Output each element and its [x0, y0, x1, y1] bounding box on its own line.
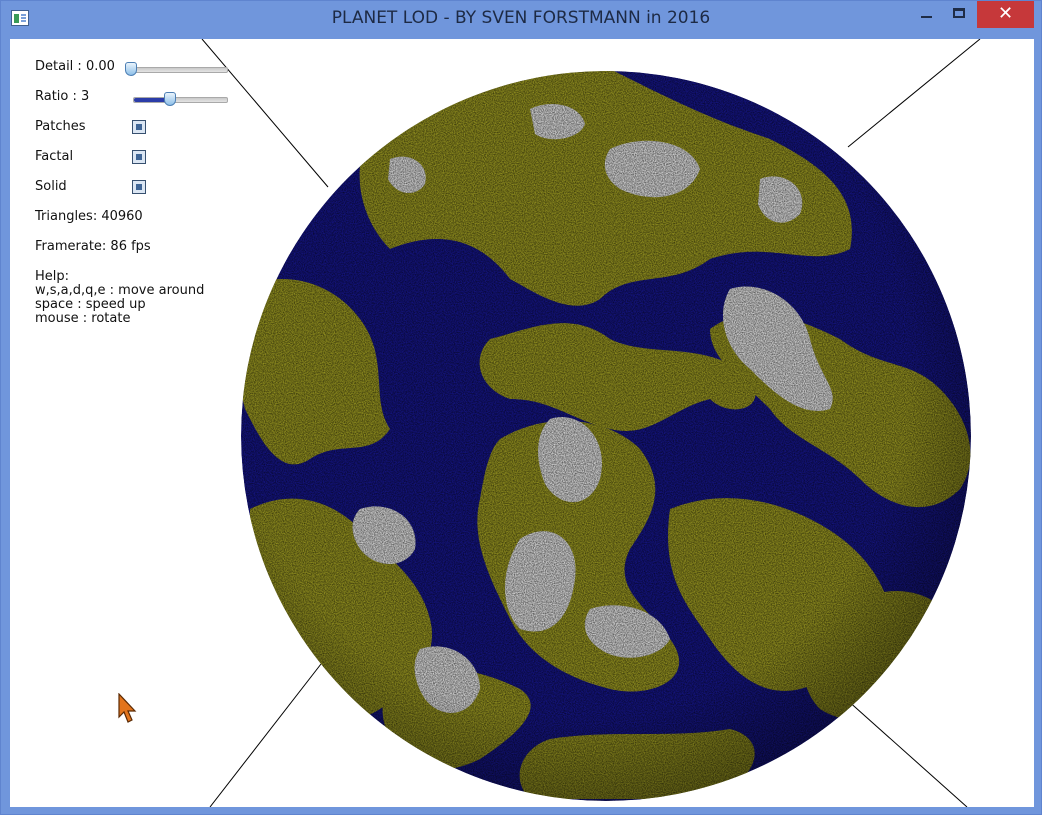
triangles-count: Triangles: 40960 [35, 209, 143, 224]
help-line-speed: space : speed up [35, 297, 146, 312]
planet-scene[interactable] [10, 39, 1034, 807]
ratio-slider[interactable] [133, 92, 228, 106]
detail-slider[interactable] [125, 62, 228, 76]
solid-label: Solid [35, 179, 67, 194]
factal-label: Factal [35, 149, 74, 164]
maximize-icon [953, 8, 965, 18]
patches-checkbox[interactable] [132, 120, 146, 134]
detail-slider-thumb[interactable] [125, 62, 137, 76]
planet[interactable] [235, 67, 971, 801]
factal-checkbox[interactable] [132, 150, 146, 164]
solid-checkbox[interactable] [132, 180, 146, 194]
help-line-rotate: mouse : rotate [35, 311, 131, 326]
close-icon: ✕ [997, 3, 1014, 24]
render-viewport[interactable]: Detail : 0.00 Ratio : 3 Patches Factal S… [10, 39, 1034, 807]
planet-shading [241, 71, 971, 801]
minimize-button[interactable] [909, 1, 943, 28]
close-button[interactable]: ✕ [977, 1, 1034, 28]
window-title: PLANET LOD - BY SVEN FORSTMANN in 2016 [331, 8, 711, 28]
mouse-cursor-icon [118, 693, 137, 723]
framerate-readout: Framerate: 86 fps [35, 239, 151, 254]
help-title: Help: [35, 269, 70, 284]
ratio-label: Ratio : 3 [35, 89, 90, 104]
help-line-move: w,s,a,d,q,e : move around [35, 283, 205, 298]
patches-label: Patches [35, 119, 86, 134]
ratio-slider-thumb[interactable] [164, 92, 177, 106]
title-bar[interactable]: PLANET LOD - BY SVEN FORSTMANN in 2016 ✕ [1, 1, 1041, 39]
app-window: PLANET LOD - BY SVEN FORSTMANN in 2016 ✕ [0, 0, 1042, 815]
minimize-icon [921, 16, 932, 18]
detail-label: Detail : 0.00 [35, 59, 115, 74]
maximize-button[interactable] [942, 1, 976, 28]
